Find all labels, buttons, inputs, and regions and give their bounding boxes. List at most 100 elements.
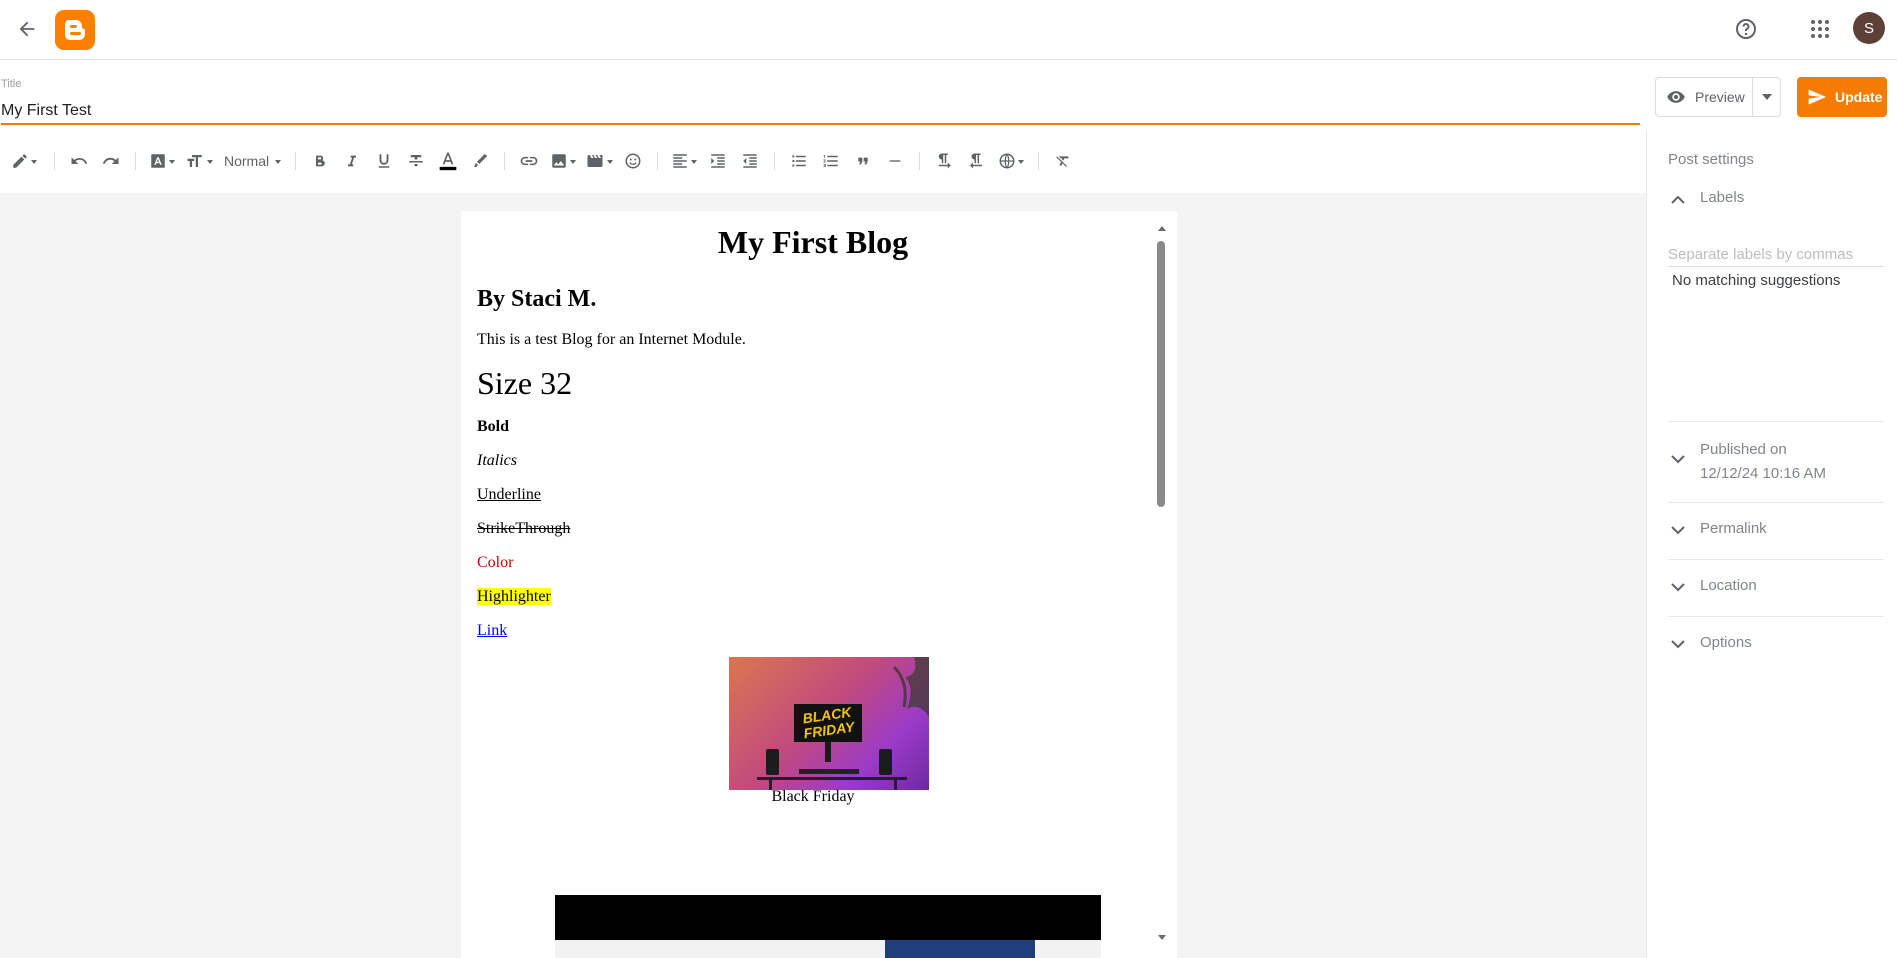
quote-icon [858,157,868,165]
black-friday-image-art: BLACK FRIDAY [757,657,929,790]
published-label: Published on [1700,441,1787,458]
underline-icon [378,154,390,168]
chevron-down-icon [1671,639,1685,648]
font-size-icon [187,155,202,167]
chevron-down-icon [1671,454,1685,463]
underline-text: Underline [477,486,541,503]
labels-heading: Labels [1700,189,1745,206]
labels-section-toggle[interactable]: Labels [1668,189,1884,209]
section-divider [1668,559,1884,560]
back-button[interactable] [10,12,44,46]
left-to-right-button[interactable] [928,145,960,177]
location-section-toggle[interactable]: Location [1668,577,1884,597]
scroll-down-arrow-icon[interactable] [1158,935,1166,940]
clear-formatting-icon [1056,156,1069,167]
ltr-icon [938,153,951,169]
align-dropdown[interactable] [666,145,702,177]
update-button[interactable]: Update [1797,77,1887,117]
embedded-image-partial[interactable] [555,895,1101,958]
pencil-mode-icon [13,154,27,168]
colored-text: Color [477,554,514,571]
top-bar: S [0,0,1897,60]
preview-button[interactable]: Preview [1656,78,1752,116]
redo-button[interactable] [95,145,127,177]
blog-heading: My First Blog [717,224,909,260]
outdent-icon [743,154,757,168]
paragraph-style-value: Normal [224,153,270,169]
text-color-button[interactable] [432,145,464,177]
redo-icon [102,157,119,164]
labels-suggestions-empty: No matching suggestions [1672,272,1841,289]
align-icon [673,154,687,168]
paragraph-style-dropdown[interactable]: Normal [218,145,287,177]
link-text[interactable]: Link [477,622,507,640]
preview-button-group: Preview [1655,77,1781,117]
help-circle-icon [1736,19,1756,39]
labels-input[interactable] [1668,243,1884,267]
toolbar-divider [919,152,921,170]
size-32-text: Size 32 [477,365,573,401]
update-label: Update [1835,89,1883,105]
permalink-section-toggle[interactable]: Permalink [1668,520,1884,540]
editor-scrollbar-thumb[interactable] [1157,241,1165,507]
help-button[interactable] [1727,10,1765,48]
black-friday-image[interactable]: BLACK FRIDAY [729,657,929,790]
chevron-down-icon [1671,582,1685,591]
preview-dropdown-button[interactable] [1752,78,1780,116]
formatting-toolbar: Normal [0,145,1645,177]
published-date: 12/12/24 10:16 AM [1700,465,1826,482]
avatar[interactable]: S [1853,12,1885,44]
chevron-up-icon [1671,195,1685,204]
toolbar-divider [135,152,136,170]
horizontal-rule-button[interactable] [879,145,911,177]
undo-button[interactable] [63,145,95,177]
published-section-toggle[interactable]: Published on 12/12/24 10:16 AM [1668,438,1884,486]
italic-button[interactable] [336,145,368,177]
highlight-icon [474,153,488,167]
clear-formatting-button[interactable] [1047,145,1079,177]
insert-emoji-button[interactable] [617,145,649,177]
caret-down-icon [1761,94,1772,100]
section-divider [1668,421,1884,422]
video-icon [587,155,603,167]
compose-mode-dropdown[interactable] [2,145,46,177]
options-section-toggle[interactable]: Options [1668,634,1884,654]
toolbar-divider [504,152,506,170]
text-color-icon [439,152,457,171]
post-title-input[interactable] [1,99,1640,125]
insert-image-dropdown[interactable] [545,145,581,177]
arrow-back-icon [19,21,35,37]
indent-icon [711,154,725,168]
avatar-initial: S [1863,19,1874,37]
right-to-left-button[interactable] [960,145,992,177]
insert-video-dropdown[interactable] [581,145,617,177]
post-body-editor[interactable]: My First Blog By Staci M. This is a test… [461,211,1177,958]
permalink-label: Permalink [1700,520,1767,537]
post-settings-panel: Post settings Labels No matching suggest… [1646,130,1897,958]
preview-label: Preview [1695,89,1745,105]
language-dropdown[interactable] [992,145,1030,177]
quote-button[interactable] [847,145,879,177]
options-label: Options [1700,634,1752,651]
blogger-logo-icon[interactable] [55,10,95,50]
font-icon [151,154,165,168]
strikethrough-button[interactable] [400,145,432,177]
underline-button[interactable] [368,145,400,177]
bulleted-list-button[interactable] [783,145,815,177]
bold-button[interactable] [304,145,336,177]
toolbar-divider [774,152,776,170]
google-apps-button[interactable] [1801,10,1839,48]
indent-button[interactable] [702,145,734,177]
outdent-button[interactable] [734,145,766,177]
highlight-button[interactable] [464,145,496,177]
insert-link-button[interactable] [513,145,545,177]
eye-icon [1667,91,1685,103]
emoji-icon [625,153,641,169]
font-size-dropdown[interactable] [180,145,218,177]
chevron-down-icon [1671,525,1685,534]
link-icon [520,156,538,166]
horizontal-rule-icon [889,160,901,162]
scroll-up-arrow-icon[interactable] [1158,226,1166,231]
numbered-list-button[interactable] [815,145,847,177]
font-dropdown[interactable] [144,145,180,177]
